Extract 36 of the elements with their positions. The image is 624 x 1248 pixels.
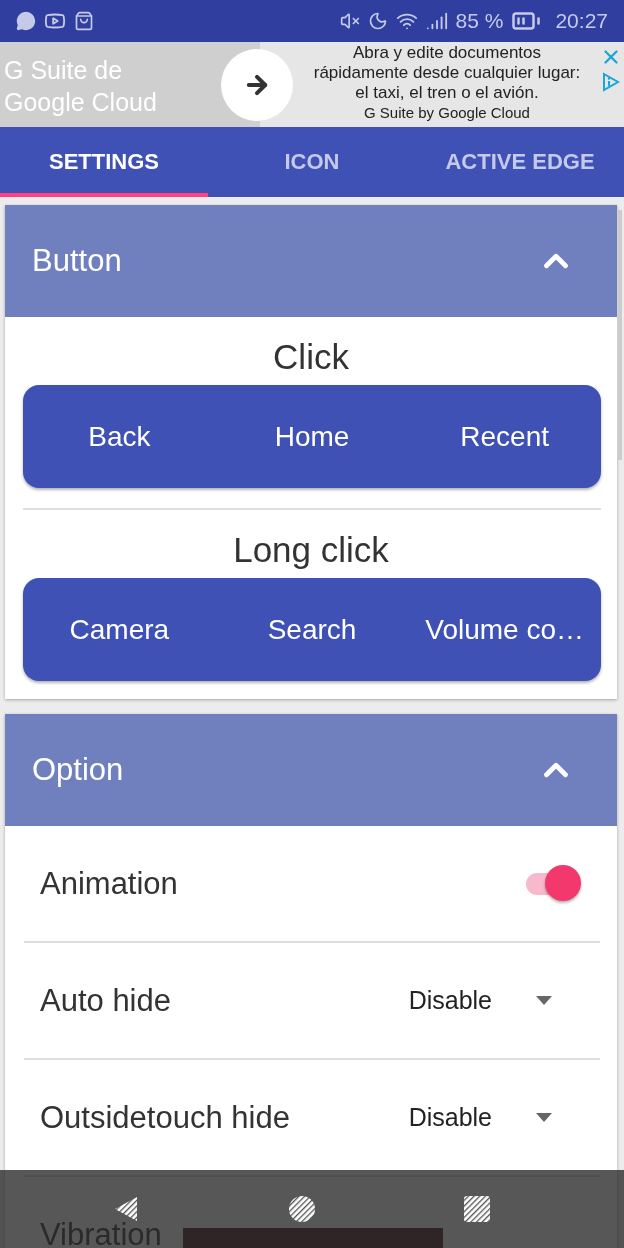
tab[interactable]: ICON <box>208 127 416 197</box>
section-title: Button <box>32 243 122 279</box>
ad-text: el taxi, el tren o el avión. <box>355 83 539 103</box>
section-header[interactable]: Option <box>5 714 617 826</box>
section-header[interactable]: Button <box>5 205 617 317</box>
ad-text: Abra y edite documentos <box>352 43 542 63</box>
ad-text: rápidamente desde cualquier lugar: <box>313 63 581 83</box>
home-icon[interactable] <box>288 1195 316 1223</box>
action-button[interactable]: Volume co… <box>408 578 601 681</box>
section-title: Option <box>32 752 124 788</box>
action-button[interactable]: Camera <box>23 578 216 681</box>
ad-advertiser: G Suite by Google Cloud <box>364 103 530 122</box>
dropdown[interactable]: Disable <box>408 986 552 1015</box>
mute-icon <box>339 11 360 31</box>
moon-icon <box>367 11 388 31</box>
group-title: Long click <box>232 529 390 571</box>
clock: 20:27 <box>555 9 608 33</box>
option-label: Animation <box>40 865 178 902</box>
action-button[interactable]: Home <box>215 385 409 488</box>
action-button[interactable]: Back <box>23 385 216 488</box>
option-label: Outsidetouch hide <box>40 1099 290 1136</box>
option-label: Auto hide <box>40 982 171 1019</box>
dropdown-arrow-icon <box>536 1113 552 1122</box>
tab[interactable]: ACTIVE EDGE <box>416 127 624 197</box>
dropdown-arrow-icon <box>536 996 552 1005</box>
dropdown[interactable]: Disable <box>408 1103 552 1132</box>
chat-bubble-icon <box>16 11 36 31</box>
action-button[interactable]: Search <box>215 578 409 681</box>
action-button[interactable]: Recent <box>408 385 601 488</box>
signal-icon <box>425 10 448 32</box>
battery-percent: 85 % <box>455 9 504 33</box>
recents-icon[interactable] <box>462 1195 491 1223</box>
toggle-switch[interactable] <box>524 864 582 903</box>
shopping-bag-icon <box>74 11 94 31</box>
tab[interactable]: SETTINGS <box>0 127 208 197</box>
group-title: Click <box>272 336 350 378</box>
